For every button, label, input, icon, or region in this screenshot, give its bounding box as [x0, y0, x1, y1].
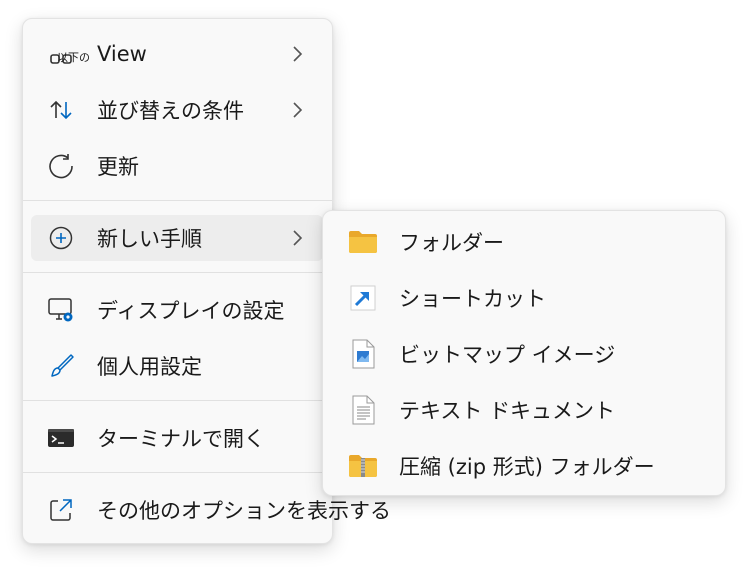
menu-separator	[23, 400, 332, 401]
submenu-item-folder[interactable]: フォルダー	[331, 219, 717, 265]
submenu-item-text-document[interactable]: テキスト ドキュメント	[331, 387, 717, 433]
menu-item-label: 並び替えの条件	[97, 99, 244, 123]
desktop-canvas: 以下の View 並び替えの条件 更新 新しい手順 ディスプレイの設定 個人用設…	[0, 0, 756, 577]
menu-item-personalize[interactable]: 個人用設定	[31, 343, 323, 389]
sort-arrows-icon	[45, 94, 77, 126]
shortcut-icon	[347, 282, 379, 314]
chevron-right-icon	[293, 230, 303, 246]
menu-item-label: 更新	[97, 155, 139, 179]
submenu-item-zip-folder[interactable]: 圧縮 (zip 形式) フォルダー	[331, 443, 717, 489]
menu-item-label: その他のオプションを表示する	[97, 499, 391, 523]
menu-item-view[interactable]: 以下の View	[31, 31, 323, 77]
bitmap-image-icon	[347, 338, 379, 370]
brush-icon	[45, 350, 77, 382]
submenu-item-shortcut[interactable]: ショートカット	[331, 275, 717, 321]
submenu-item-label: ショートカット	[399, 287, 546, 311]
submenu-item-label: テキスト ドキュメント	[399, 399, 616, 423]
menu-item-label: View	[97, 42, 147, 66]
menu-item-refresh[interactable]: 更新	[31, 143, 323, 189]
terminal-icon	[45, 422, 77, 454]
menu-item-open-terminal[interactable]: ターミナルで開く	[31, 415, 323, 461]
display-settings-icon	[45, 294, 77, 326]
menu-item-new[interactable]: 新しい手順	[31, 215, 323, 261]
text-document-icon	[347, 394, 379, 426]
submenu-item-label: フォルダー	[399, 231, 504, 255]
refresh-icon	[45, 150, 77, 182]
zip-folder-icon	[347, 450, 379, 482]
submenu-item-label: ビットマップ イメージ	[399, 343, 616, 367]
menu-item-show-more-options[interactable]: その他のオプションを表示する	[31, 487, 391, 533]
menu-item-label: ディスプレイの設定	[97, 299, 285, 323]
menu-separator	[23, 472, 332, 473]
chevron-right-icon	[293, 102, 303, 118]
menu-item-sort[interactable]: 並び替えの条件	[31, 87, 323, 133]
folder-icon	[347, 226, 379, 258]
menu-item-label: 個人用設定	[97, 355, 202, 379]
submenu-item-label: 圧縮 (zip 形式) フォルダー	[399, 455, 655, 479]
menu-separator	[23, 200, 332, 201]
new-submenu: フォルダー ショートカット ビットマップ イメージ テキスト ドキュメント 圧縮…	[322, 210, 726, 496]
context-menu: 以下の View 並び替えの条件 更新 新しい手順 ディスプレイの設定 個人用設…	[22, 18, 391, 544]
menu-item-display-settings[interactable]: ディスプレイの設定	[31, 287, 323, 333]
menu-item-label: 新しい手順	[97, 227, 202, 251]
add-circle-icon	[45, 222, 77, 254]
share-icon	[45, 494, 77, 526]
view-overlay-text: 以下の	[57, 51, 90, 64]
chevron-right-icon	[293, 46, 303, 62]
submenu-item-bitmap-image[interactable]: ビットマップ イメージ	[331, 331, 717, 377]
menu-separator	[23, 272, 332, 273]
menu-item-label: ターミナルで開く	[97, 427, 265, 451]
